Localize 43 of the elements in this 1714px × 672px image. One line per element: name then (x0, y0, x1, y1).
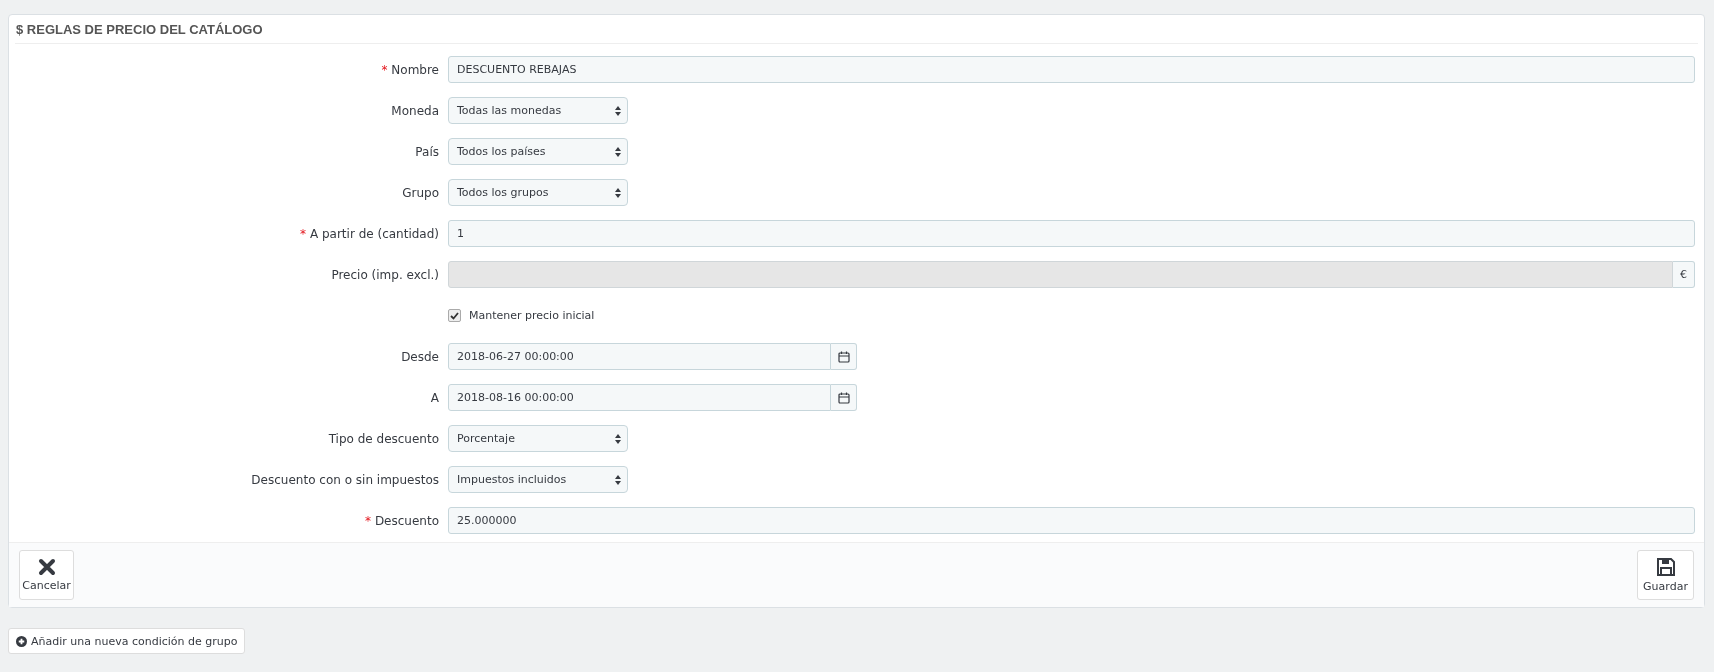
checkbox[interactable] (448, 309, 461, 322)
date-field[interactable]: 2018-08-16 00:00:00 (448, 384, 831, 411)
date-field[interactable]: 2018-06-27 00:00:00 (448, 343, 831, 370)
text-field[interactable]: DESCUENTO REBAJAS (448, 56, 1695, 83)
checkbox-label[interactable]: Mantener precio inicial (448, 309, 1695, 322)
field-label: A (429, 390, 439, 405)
add-condition-button[interactable]: Añadir una nueva condición de grupo (8, 628, 246, 654)
select-arrows-icon (615, 146, 621, 157)
field-label: Precio (imp. excl.) (330, 267, 439, 282)
select-field[interactable]: Impuestos incluidos (448, 466, 628, 493)
text-field[interactable]: 1 (448, 220, 1695, 247)
panel-title: $ REGLAS DE PRECIO DEL CATÁLOGO (15, 21, 263, 37)
select-field[interactable]: Todos los grupos (448, 179, 628, 206)
calendar-button[interactable] (831, 343, 857, 370)
calendar-icon (837, 350, 850, 363)
cancel-button[interactable]: Cancelar (19, 550, 74, 600)
currency-addon: € (1673, 261, 1695, 288)
checkbox-text: Mantener precio inicial (469, 309, 595, 322)
select-arrows-icon (615, 433, 621, 444)
field-label: Moneda (390, 103, 439, 118)
close-icon (37, 558, 56, 576)
select-field[interactable]: Todas las monedas (448, 97, 628, 124)
required-mark: * (365, 513, 372, 528)
field-label: Grupo (401, 185, 439, 200)
field-label: Tipo de descuento (327, 431, 439, 446)
required-mark: * (300, 226, 307, 241)
required-mark: * (381, 62, 388, 77)
select-field[interactable]: Porcentaje (448, 425, 628, 452)
field-label: Descuento con o sin impuestos (250, 472, 439, 487)
plus-circle-icon (16, 635, 27, 647)
field-label: * Descuento (364, 513, 439, 528)
field-label: Desde (400, 349, 439, 364)
field-label: * A partir de (cantidad) (299, 226, 439, 241)
select-field[interactable]: Todos los países (448, 138, 628, 165)
save-button[interactable]: Guardar (1637, 550, 1694, 600)
select-arrows-icon (615, 187, 621, 198)
select-arrows-icon (615, 105, 621, 116)
calendar-icon (837, 391, 850, 404)
select-arrows-icon (615, 474, 621, 485)
field-label: País (414, 144, 439, 159)
text-field[interactable]: 25.000000 (448, 507, 1695, 534)
calendar-button[interactable] (831, 384, 857, 411)
field-label: * Nombre (380, 62, 439, 77)
